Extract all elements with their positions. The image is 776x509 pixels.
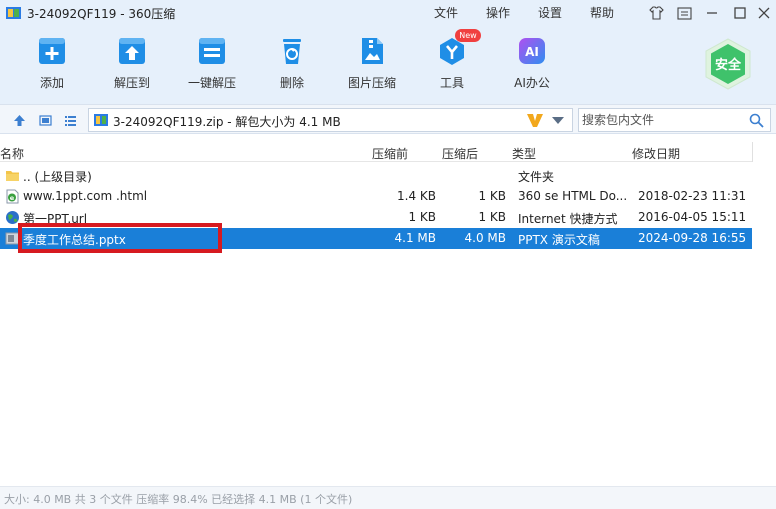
search-input[interactable] — [579, 109, 744, 131]
app-window: 3-24092QF119 - 360压缩 文件 操作 设置 帮助 添加 解压到 … — [0, 0, 776, 509]
file-size-before: 1 KB — [408, 210, 436, 224]
column-date[interactable]: 修改日期 — [632, 145, 680, 162]
archive-app-icon — [6, 7, 21, 19]
title-bar[interactable]: 3-24092QF119 - 360压缩 文件 操作 设置 帮助 — [0, 0, 776, 26]
extract-to-label: 解压到 — [113, 76, 150, 90]
file-date: 2016-04-05 15:11 — [638, 210, 747, 224]
maximize-button[interactable] — [730, 3, 750, 23]
menu-help[interactable]: 帮助 — [590, 4, 614, 21]
image-compress-icon — [362, 38, 383, 64]
tools-button[interactable]: 工具 — [412, 34, 492, 94]
delete-label: 删除 — [279, 76, 304, 90]
address-path: 3-24092QF119.zip - 解包大小为 4.1 MB — [113, 115, 341, 129]
svg-text:e: e — [10, 194, 15, 202]
file-type: Internet 快捷方式 — [518, 212, 618, 226]
file-date: 2018-02-23 11:31 — [638, 189, 747, 203]
extract-to-button[interactable]: 解压到 — [92, 34, 172, 94]
add-icon — [39, 38, 65, 64]
address-bar[interactable]: 3-24092QF119.zip - 解包大小为 4.1 MB — [88, 108, 573, 132]
add-label: 添加 — [39, 76, 64, 90]
image-compress-button[interactable]: 图片压缩 — [332, 34, 412, 94]
trash-icon — [283, 39, 301, 64]
file-date: 2024-09-28 16:55 — [638, 231, 747, 245]
shirt-icon — [648, 6, 664, 20]
column-size-before[interactable]: 压缩前 — [372, 145, 408, 162]
chevron-down-icon[interactable] — [552, 117, 564, 125]
delete-button[interactable]: 删除 — [252, 34, 332, 94]
minimize-button[interactable] — [702, 3, 722, 23]
file-name: 第一PPT.url — [23, 212, 88, 226]
one-click-extract-icon — [199, 38, 225, 64]
one-click-extract-label: 一键解压 — [187, 76, 236, 90]
arrow-up-icon[interactable] — [13, 114, 26, 127]
extract-to-icon — [119, 38, 145, 64]
column-divider — [752, 142, 753, 162]
ai-icon-text: AI — [525, 45, 539, 59]
file-type: 360 se HTML Do... — [518, 189, 628, 203]
search-box[interactable] — [578, 108, 771, 132]
new-badge: New — [455, 29, 481, 42]
ai-office-icon: AI — [519, 38, 545, 64]
menu-settings[interactable]: 设置 — [538, 4, 562, 21]
file-size-before: 4.1 MB — [394, 231, 436, 245]
message-icon — [676, 6, 692, 20]
column-size-after[interactable]: 压缩后 — [442, 145, 478, 162]
column-type[interactable]: 类型 — [512, 145, 536, 162]
file-size-after: 1 KB — [478, 210, 506, 224]
file-type: 文件夹 — [518, 170, 555, 184]
status-text: 大小: 4.0 MB 共 3 个文件 压缩率 98.4% 已经选择 4.1 MB… — [4, 493, 353, 506]
file-size-after: 4.0 MB — [464, 231, 506, 245]
column-name[interactable]: 名称 — [0, 145, 24, 162]
search-icon[interactable] — [749, 113, 764, 128]
one-click-extract-button[interactable]: 一键解压 — [172, 34, 252, 94]
thumbnail-view-icon[interactable] — [39, 114, 52, 127]
list-view-icon[interactable] — [64, 114, 77, 127]
menu-operate[interactable]: 操作 — [486, 4, 510, 21]
add-button[interactable]: 添加 — [12, 34, 92, 94]
html-file-icon: e — [6, 189, 19, 204]
globe-icon — [6, 211, 19, 224]
table-row-parent[interactable]: .. (上级目录) 文件夹 — [0, 165, 752, 186]
folder-icon — [6, 171, 19, 181]
list-header: 名称 压缩前 压缩后 类型 修改日期 — [0, 142, 752, 162]
tools-label: 工具 — [439, 76, 464, 90]
pptx-file-icon — [5, 232, 20, 245]
verified-v-icon[interactable] — [526, 112, 544, 128]
status-bar: 大小: 4.0 MB 共 3 个文件 压缩率 98.4% 已经选择 4.1 MB… — [0, 486, 776, 509]
security-label[interactable]: 安全 — [702, 54, 754, 73]
file-size-after: 1 KB — [478, 189, 506, 203]
address-row: 3-24092QF119.zip - 解包大小为 4.1 MB — [0, 104, 776, 134]
minimize-icon — [707, 12, 717, 14]
maximize-icon — [734, 7, 746, 19]
ai-office-button[interactable]: AI AI办公 — [492, 34, 572, 94]
ai-office-label: AI办公 — [514, 76, 550, 90]
zip-file-icon — [94, 114, 108, 126]
close-icon — [758, 7, 770, 19]
file-size-before: 1.4 KB — [397, 189, 436, 203]
file-name: 季度工作总结.pptx — [23, 233, 126, 247]
close-button[interactable] — [754, 3, 774, 23]
window-title: 3-24092QF119 - 360压缩 — [27, 7, 176, 21]
table-row[interactable]: e www.1ppt.com .html 1.4 KB 1 KB 360 se … — [0, 186, 752, 207]
feedback-button[interactable] — [674, 3, 694, 23]
menu-file[interactable]: 文件 — [434, 4, 458, 21]
table-row-selected[interactable]: 季度工作总结.pptx 4.1 MB 4.0 MB PPTX 演示文稿 2024… — [0, 228, 752, 249]
file-type: PPTX 演示文稿 — [518, 233, 600, 247]
table-row[interactable]: 第一PPT.url 1 KB 1 KB Internet 快捷方式 2016-0… — [0, 207, 752, 228]
image-compress-label: 图片压缩 — [347, 76, 396, 90]
file-name: .. (上级目录) — [23, 170, 92, 184]
skin-button[interactable] — [646, 3, 666, 23]
top-area: 3-24092QF119 - 360压缩 文件 操作 设置 帮助 添加 解压到 … — [0, 0, 776, 104]
file-name: www.1ppt.com .html — [23, 189, 148, 203]
